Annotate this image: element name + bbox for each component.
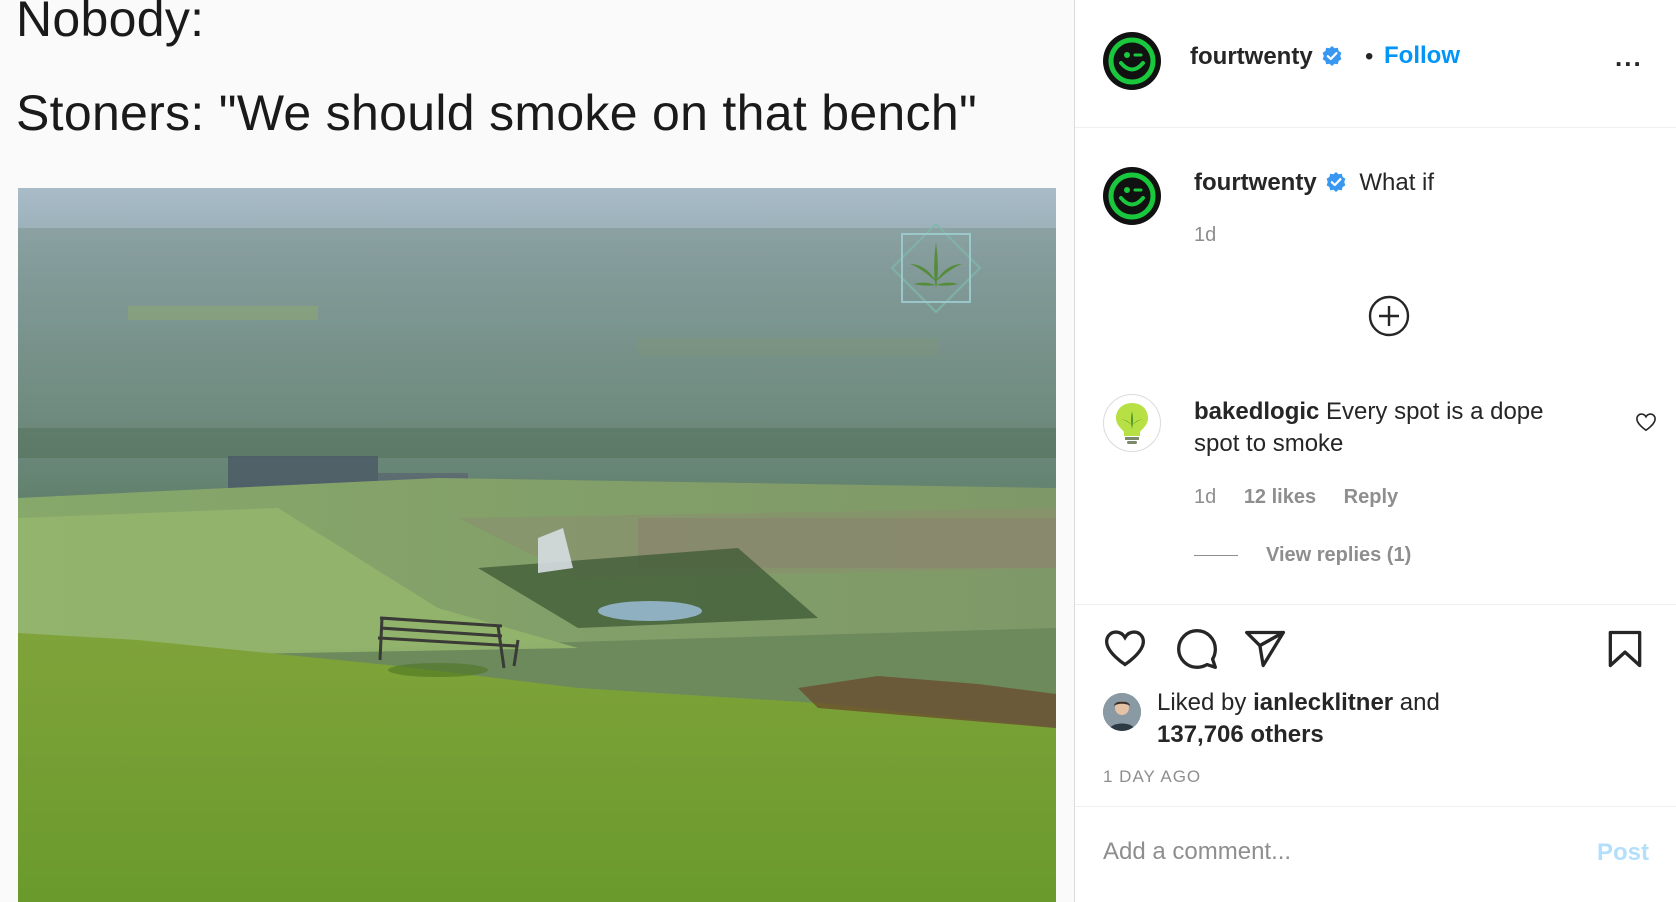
caption-text: fourtwenty What if [1194,168,1634,198]
comment-username[interactable]: bakedlogic [1194,398,1319,425]
post-header: fourtwenty • Follow ... [1075,0,1676,128]
post-comment-button[interactable]: Post [1597,839,1649,867]
liked-by-others[interactable]: 137,706 others [1157,721,1324,748]
comment-likes[interactable]: 12 likes [1244,486,1316,508]
author-username[interactable]: fourtwenty [1190,43,1343,71]
caption-username[interactable]: fourtwenty [1194,169,1317,196]
verified-badge-icon [1322,45,1342,66]
comment-time[interactable]: 1d [1194,486,1216,508]
add-comment-bar: Post [1075,806,1676,902]
follow-button[interactable]: Follow [1384,42,1460,70]
more-options-icon[interactable]: ... [1615,42,1643,73]
heart-icon[interactable] [1103,627,1147,669]
post-actions: Liked by ianlecklitner and 137,706 other… [1075,604,1676,804]
comment-icon[interactable] [1175,627,1219,671]
user-photo-icon [1103,693,1141,731]
share-icon[interactable] [1243,627,1287,671]
commenter-avatar[interactable] [1103,394,1161,452]
liked-by-text: Liked by ianlecklitner and 137,706 other… [1157,687,1440,751]
fourtwenty-logo-icon [1105,34,1159,88]
comment-meta: 1d 12 likes Reply [1194,486,1420,509]
liked-by-prefix: Liked by [1157,689,1247,716]
post-media[interactable]: Nobody: Stoners: "We should smoke on tha… [0,0,1075,902]
landscape-photo [18,188,1056,902]
caption-avatar[interactable] [1103,167,1161,225]
liker-avatar[interactable] [1103,693,1141,731]
load-more-comments-icon[interactable] [1367,294,1411,338]
meme-caption-line-2: Stoners: "We should smoke on that bench" [16,85,977,141]
comment-input[interactable] [1103,829,1543,875]
verified-badge-icon [1326,171,1346,192]
caption-time[interactable]: 1d [1194,224,1216,247]
bookmark-icon[interactable] [1603,627,1647,671]
caption-body: What if [1359,169,1435,196]
author-avatar[interactable] [1103,32,1161,90]
meme-caption-line-1: Nobody: [16,0,205,47]
fourtwenty-logo-icon [1105,169,1159,223]
lightbulb-icon [1116,403,1148,444]
post-sidebar: fourtwenty • Follow ... fourtwenty What … [1075,0,1676,902]
comment-text: bakedlogic Every spot is a dope spot to … [1194,396,1594,460]
author-username-text[interactable]: fourtwenty [1190,43,1313,70]
reply-button[interactable]: Reply [1344,486,1398,508]
comment-like-heart-icon[interactable] [1635,412,1657,432]
liked-by-user[interactable]: ianlecklitner [1253,689,1393,716]
replies-divider [1194,555,1238,556]
header-separator: • [1365,43,1374,70]
post-timestamp[interactable]: 1 DAY AGO [1103,767,1201,787]
view-replies-label[interactable]: View replies (1) [1266,544,1411,567]
view-replies-button[interactable]: View replies (1) [1194,544,1411,567]
liked-by-joiner: and [1399,689,1440,716]
